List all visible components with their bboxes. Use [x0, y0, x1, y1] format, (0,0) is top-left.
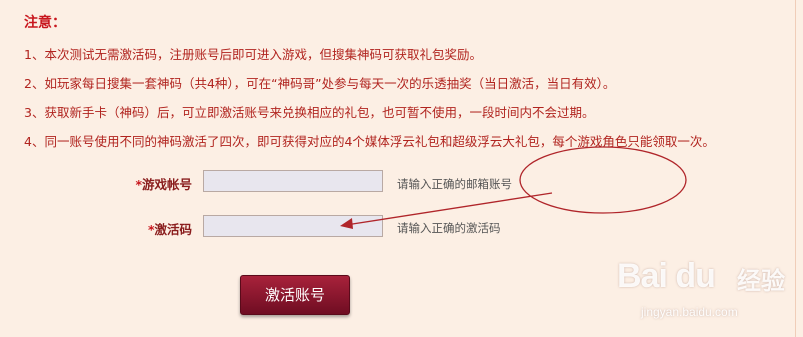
- highlight-ellipse: [519, 146, 687, 214]
- arrow-head-icon: [340, 218, 353, 229]
- jingyan-logo: 经验: [737, 267, 785, 295]
- annotation-arrow-line: [345, 192, 553, 226]
- baidu-jingyan-watermark: Bai du 经验 jingyan.baidu.com: [617, 255, 797, 330]
- watermark-url: jingyan.baidu.com: [641, 305, 738, 319]
- baidu-logo: Bai du: [617, 257, 716, 295]
